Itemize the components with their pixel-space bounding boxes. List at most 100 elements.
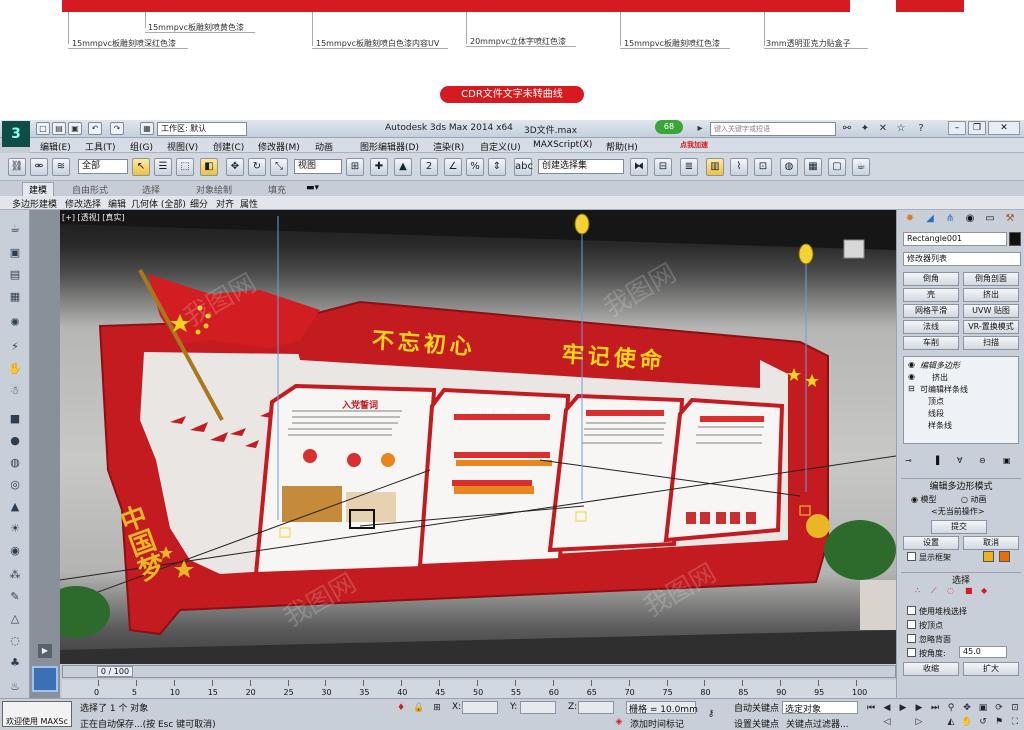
cage-color-swatch[interactable] bbox=[983, 551, 994, 562]
panel-edit[interactable]: 编辑 bbox=[108, 197, 126, 210]
box-icon[interactable]: ■ bbox=[6, 410, 24, 428]
eye-icon[interactable]: ◉ bbox=[908, 372, 915, 381]
promo-label[interactable]: 点我加速 bbox=[680, 140, 708, 150]
particles-icon[interactable]: ⁂ bbox=[6, 566, 24, 584]
grow-button[interactable]: 扩大 bbox=[963, 662, 1019, 676]
pyramid-icon[interactable]: △ bbox=[6, 610, 24, 628]
menu-create[interactable]: 创建(C) bbox=[213, 140, 244, 153]
play-icon[interactable]: ▶ bbox=[896, 701, 910, 715]
element-level-icon[interactable]: ◆ bbox=[981, 586, 987, 595]
show-end-result-icon[interactable]: ▐ bbox=[933, 456, 939, 465]
save-file-icon[interactable]: ▣ bbox=[68, 122, 82, 135]
selection-filter-select[interactable]: 全部 bbox=[78, 159, 128, 174]
settings-button[interactable]: 设置 bbox=[903, 536, 959, 550]
binoculars-icon[interactable]: ⚯ bbox=[840, 122, 854, 136]
y-input[interactable] bbox=[520, 701, 556, 714]
material-editor-icon[interactable]: ◍ bbox=[780, 158, 798, 176]
panel-align[interactable]: 对齐 bbox=[216, 197, 234, 210]
shell-button[interactable]: 壳 bbox=[903, 288, 959, 302]
curve-editor-icon[interactable]: ⌇ bbox=[730, 158, 748, 176]
app-logo-icon[interactable]: 3 bbox=[2, 121, 30, 147]
time-tag-icon[interactable]: ◈ bbox=[612, 715, 626, 729]
modifier-stack[interactable]: ◉ 编辑多边形 ◉ 挤出 ⊟ 可编辑样条线 顶点 线段 样条线 bbox=[903, 356, 1019, 444]
torus-icon[interactable]: ◎ bbox=[6, 476, 24, 494]
track-bar[interactable]: 0 5 10 15 20 25 30 35 40 45 50 55 60 65 70 75 80 85 90 95 10… bbox=[62, 680, 896, 698]
border-level-icon[interactable]: ◌ bbox=[947, 586, 954, 595]
perspective-viewport[interactable]: [+] [透视] [真实] 不忘初心 牢记使命 入党誓词 从 "四风" 到 "八… bbox=[60, 210, 896, 664]
plant-icon[interactable]: ♣ bbox=[6, 654, 24, 672]
arc-rotate-icon[interactable]: ↺ bbox=[976, 715, 990, 729]
search-arrow-icon[interactable]: ▸ bbox=[693, 122, 707, 136]
maxscript-listener[interactable]: 欢迎使用 MAXSc bbox=[2, 701, 72, 727]
rotate-icon[interactable]: ↻ bbox=[248, 158, 266, 176]
stack-item-vertex[interactable]: 顶点 bbox=[928, 396, 944, 407]
cage-selected-color-swatch[interactable] bbox=[999, 551, 1010, 562]
time-slider-thumb[interactable]: 0 / 100 bbox=[97, 666, 133, 677]
mirror-icon[interactable]: ⧓ bbox=[630, 158, 648, 176]
zoom-extents-icon[interactable]: ⊡ bbox=[1008, 701, 1022, 715]
angle-snap-icon[interactable]: ∠ bbox=[444, 158, 462, 176]
maximize-viewport-icon[interactable]: ▣ bbox=[976, 701, 990, 715]
sweep-button[interactable]: 扫描 bbox=[963, 336, 1019, 350]
edge-level-icon[interactable]: ⟋ bbox=[931, 586, 937, 596]
stack-item-segment[interactable]: 线段 bbox=[928, 408, 944, 419]
make-unique-icon[interactable]: ∀ bbox=[957, 456, 962, 465]
paint-icon[interactable]: ✎ bbox=[6, 588, 24, 606]
undo-icon[interactable]: ↶ bbox=[88, 122, 102, 135]
object-name-input[interactable]: Rectangle001 bbox=[903, 232, 1007, 246]
menu-graph-editors[interactable]: 图形编辑器(D) bbox=[360, 140, 419, 153]
panel-properties[interactable]: 属性 bbox=[240, 197, 258, 210]
restore-button[interactable]: ❐ bbox=[968, 121, 986, 135]
search-input[interactable]: 键入关键字或短语 bbox=[710, 122, 836, 136]
menu-tools[interactable]: 工具(T) bbox=[85, 140, 116, 153]
x-input[interactable] bbox=[462, 701, 498, 714]
eye-icon[interactable]: ◉ bbox=[908, 360, 915, 369]
panel-modify-selection[interactable]: 修改选择 bbox=[65, 197, 101, 210]
pan-icon[interactable]: ✋ bbox=[960, 715, 974, 729]
stack-item-editable-spline[interactable]: 可编辑样条线 bbox=[920, 384, 968, 395]
menu-maxscript[interactable]: MAXScript(X) bbox=[533, 140, 592, 150]
min-max-toggle-icon[interactable]: ⛶ bbox=[1008, 715, 1022, 729]
layer-icon[interactable]: ≣ bbox=[680, 158, 698, 176]
walk-icon[interactable]: ⚑ bbox=[992, 715, 1006, 729]
menu-help[interactable]: 帮助(H) bbox=[606, 140, 638, 153]
stack-item-spline[interactable]: 样条线 bbox=[928, 420, 952, 431]
graphite-tools-icon[interactable]: ▥ bbox=[706, 158, 724, 176]
tab-populate[interactable]: 填充 bbox=[268, 183, 286, 196]
motion-tab-icon[interactable]: ◉ bbox=[961, 212, 979, 226]
light-icon[interactable]: ✺ bbox=[6, 314, 24, 332]
render-setup-icon[interactable]: ▦ bbox=[804, 158, 822, 176]
community-icon[interactable]: ✦ bbox=[858, 122, 872, 136]
z-input[interactable] bbox=[578, 701, 614, 714]
cone-icon[interactable]: ▲ bbox=[6, 498, 24, 516]
remove-modifier-icon[interactable]: ⊝ bbox=[979, 456, 986, 465]
stack-item-extrude[interactable]: 挤出 bbox=[932, 372, 948, 383]
scale-icon[interactable]: ⤡ bbox=[270, 158, 288, 176]
mode-anim-radio[interactable]: ○ 动画 bbox=[961, 494, 987, 505]
stack-item-edit-poly[interactable]: 编辑多边形 bbox=[920, 360, 960, 371]
help-icon[interactable]: ? bbox=[914, 122, 928, 136]
grid-icon[interactable]: ▦ bbox=[6, 288, 24, 306]
menu-rendering[interactable]: 渲染(R) bbox=[433, 140, 464, 153]
robot-icon[interactable]: ☃ bbox=[6, 382, 24, 400]
panel-subdivision[interactable]: 细分 bbox=[190, 197, 208, 210]
modifier-list-select[interactable]: 修改器列表 bbox=[903, 252, 1021, 266]
polygon-level-icon[interactable]: ■ bbox=[965, 586, 973, 595]
image-icon[interactable]: ▣ bbox=[6, 244, 24, 262]
lathe-button[interactable]: 车削 bbox=[903, 336, 959, 350]
extrude-button[interactable]: 挤出 bbox=[963, 288, 1019, 302]
menu-modifiers[interactable]: 修改器(M) bbox=[258, 140, 300, 153]
set-key-button[interactable]: 设置关键点 bbox=[734, 717, 779, 730]
by-vertex-checkbox[interactable]: 按顶点 bbox=[907, 620, 943, 631]
link-icon[interactable]: ⛓ bbox=[8, 158, 26, 176]
list-icon[interactable]: ▤ bbox=[6, 266, 24, 284]
expand-left-icon[interactable]: ▶ bbox=[38, 644, 52, 658]
panel-geometry-all[interactable]: 几何体 (全部) bbox=[131, 197, 186, 210]
key-next-icon[interactable]: ▷ bbox=[912, 715, 926, 729]
normal-button[interactable]: 法线 bbox=[903, 320, 959, 334]
keyboard-shortcut-icon[interactable]: ▲ bbox=[394, 158, 412, 176]
meshsmooth-button[interactable]: 网格平滑 bbox=[903, 304, 959, 318]
redo-icon[interactable]: ↷ bbox=[110, 122, 124, 135]
vertex-level-icon[interactable]: ∴ bbox=[915, 586, 920, 595]
bevel-button[interactable]: 倒角 bbox=[903, 272, 959, 286]
